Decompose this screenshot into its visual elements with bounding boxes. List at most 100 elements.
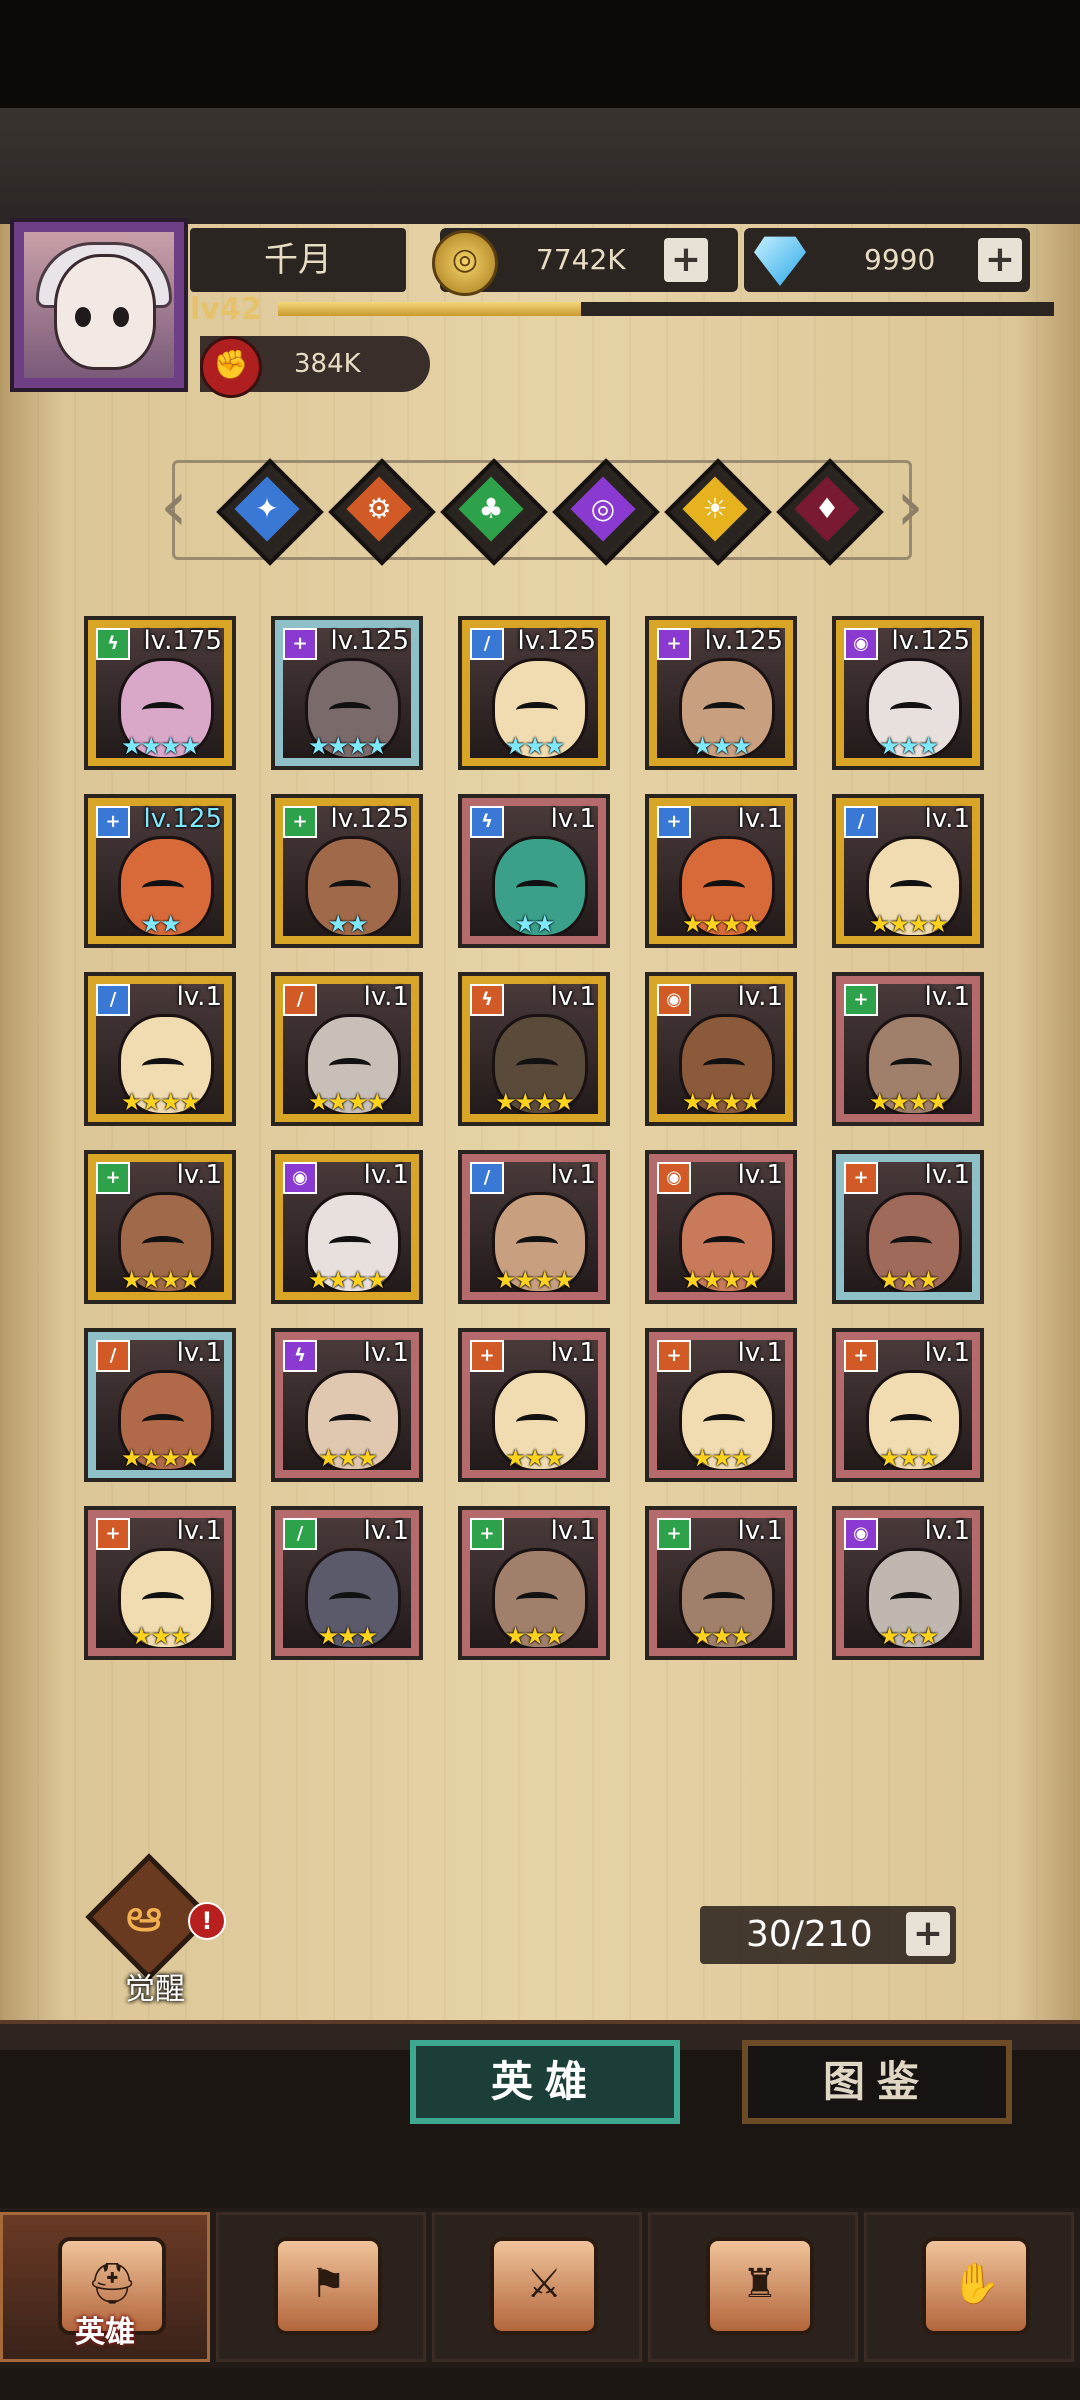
avatar-face	[54, 254, 156, 370]
nav-item-castle[interactable]: ♜	[648, 2212, 858, 2362]
hero-class-icon: +	[657, 1518, 691, 1550]
hero-card[interactable]: / lv.125 ★★★	[458, 616, 610, 770]
hero-stars: ★★★★	[494, 1088, 575, 1116]
faction-filter-arcane[interactable]: ◎	[552, 458, 660, 566]
hero-eyes	[890, 1414, 932, 1430]
awaken-button[interactable]: ఆ ! 觉醒	[85, 1853, 226, 2007]
hero-level: lv.1	[924, 982, 970, 1012]
hero-class-icon: /	[283, 1518, 317, 1550]
hero-card[interactable]: + lv.125 ★★★★	[271, 616, 423, 770]
crossed-swords-icon: ⚔	[490, 2237, 598, 2335]
hero-stars: ★★★	[878, 1444, 940, 1472]
hero-eyes	[142, 1592, 184, 1608]
hero-card[interactable]: + lv.1 ★★★★	[832, 972, 984, 1126]
faction-filter-fire[interactable]: ⚙	[328, 458, 436, 566]
player-avatar[interactable]	[10, 218, 188, 392]
hero-level: lv.1	[363, 982, 409, 1012]
faction-filter-nature[interactable]: ♣	[440, 458, 548, 566]
hero-class-icon: +	[470, 1518, 504, 1550]
hero-card[interactable]: + lv.1 ★★★	[84, 1506, 236, 1660]
hero-card[interactable]: + lv.1 ★★★	[458, 1328, 610, 1482]
nav-item-handshake[interactable]: ✋	[864, 2212, 1074, 2362]
hero-card[interactable]: ◉ lv.1 ★★★★	[645, 1150, 797, 1304]
hero-stars: ★★★★	[868, 1088, 949, 1116]
hero-eyes	[516, 702, 558, 718]
expand-roster-button[interactable]: +	[906, 1912, 950, 1956]
hero-stars: ★★★★	[120, 1266, 201, 1294]
faction-symbol: ☀	[702, 492, 728, 525]
hero-class-icon: ϟ	[470, 984, 504, 1016]
hero-card[interactable]: / lv.1 ★★★★	[832, 794, 984, 948]
nav-label: 英雄	[75, 2315, 135, 2350]
hero-card[interactable]: / lv.1 ★★★	[271, 1506, 423, 1660]
hero-level: lv.1	[737, 1160, 783, 1190]
filter-right-arrow-icon[interactable]: ›	[896, 466, 924, 546]
faction-filter-light[interactable]: ☀	[664, 458, 772, 566]
faction-filter-dark[interactable]: ♦	[776, 458, 884, 566]
hero-class-icon: ϟ	[283, 1340, 317, 1372]
hero-card[interactable]: ◉ lv.125 ★★★	[832, 616, 984, 770]
filter-left-arrow-icon[interactable]: ‹	[160, 466, 188, 546]
hero-card[interactable]: + lv.1 ★★★	[458, 1506, 610, 1660]
hero-eyes	[516, 1592, 558, 1608]
hero-class-icon: +	[96, 1162, 130, 1194]
hero-eyes	[329, 1058, 371, 1074]
handshake-icon: ✋	[922, 2237, 1030, 2335]
hero-card[interactable]: + lv.125 ★★★	[645, 616, 797, 770]
nav-item-helmet[interactable]: ⛑ 英雄	[0, 2212, 210, 2362]
faction-symbol: ✦	[255, 492, 279, 525]
hero-card[interactable]: / lv.1 ★★★★	[84, 972, 236, 1126]
avatar-eye	[75, 307, 91, 327]
hero-eyes	[516, 1414, 558, 1430]
hero-card[interactable]: + lv.1 ★★★	[645, 1506, 797, 1660]
hero-card[interactable]: + lv.1 ★★★★	[84, 1150, 236, 1304]
hero-card[interactable]: / lv.1 ★★★★	[84, 1328, 236, 1482]
hero-card[interactable]: + lv.1 ★★★	[832, 1328, 984, 1482]
hero-eyes	[890, 702, 932, 718]
castle-icon: ♜	[706, 2237, 814, 2335]
hero-card[interactable]: ϟ lv.1 ★★★	[271, 1328, 423, 1482]
nav-item-flag[interactable]: ⚑	[216, 2212, 426, 2362]
add-gold-button[interactable]: +	[664, 238, 708, 282]
hero-eyes	[329, 1236, 371, 1252]
hero-level: lv.1	[176, 1160, 222, 1190]
hero-card[interactable]: + lv.1 ★★★	[832, 1150, 984, 1304]
hero-level: lv.1	[363, 1338, 409, 1368]
player-level: lv42	[190, 292, 262, 327]
hero-card[interactable]: ϟ lv.1 ★★★★	[458, 972, 610, 1126]
hero-class-icon: ϟ	[470, 806, 504, 838]
tab-handbook[interactable]: 图鉴	[742, 2040, 1012, 2124]
hero-card[interactable]: ◉ lv.1 ★★★★	[271, 1150, 423, 1304]
hero-card[interactable]: ϟ lv.175 ★★★★	[84, 616, 236, 770]
hero-stars: ★★★	[878, 1622, 940, 1650]
hero-card[interactable]: + lv.125 ★★	[84, 794, 236, 948]
hero-level: lv.125	[891, 626, 970, 656]
hero-card[interactable]: ◉ lv.1 ★★★★	[645, 972, 797, 1126]
hero-class-icon: +	[470, 1340, 504, 1372]
hero-level: lv.1	[363, 1160, 409, 1190]
hero-level: lv.1	[924, 1160, 970, 1190]
nav-item-crossed-swords[interactable]: ⚔	[432, 2212, 642, 2362]
hero-card[interactable]: ◉ lv.1 ★★★	[832, 1506, 984, 1660]
hero-card[interactable]: / lv.1 ★★★★	[458, 1150, 610, 1304]
hero-card[interactable]: ϟ lv.1 ★★	[458, 794, 610, 948]
hero-level: lv.1	[550, 804, 596, 834]
hero-stars: ★★★★	[120, 732, 201, 760]
hero-class-icon: +	[283, 628, 317, 660]
tab-heroes[interactable]: 英雄	[410, 2040, 680, 2124]
hero-class-icon: +	[657, 628, 691, 660]
hero-card[interactable]: + lv.125 ★★	[271, 794, 423, 948]
add-gems-button[interactable]: +	[978, 238, 1022, 282]
hero-stars: ★★★★	[681, 1266, 762, 1294]
hero-eyes	[516, 880, 558, 896]
hero-eyes	[516, 1236, 558, 1252]
hero-class-icon: ◉	[283, 1162, 317, 1194]
hero-card[interactable]: + lv.1 ★★★★	[645, 794, 797, 948]
gem-amount: 9990	[864, 243, 936, 276]
hero-card[interactable]: / lv.1 ★★★★	[271, 972, 423, 1126]
hero-card[interactable]: + lv.1 ★★★	[645, 1328, 797, 1482]
hero-class-icon: +	[844, 1162, 878, 1194]
faction-filter-ice[interactable]: ✦	[216, 458, 324, 566]
hero-class-icon: +	[283, 806, 317, 838]
hero-class-icon: /	[283, 984, 317, 1016]
